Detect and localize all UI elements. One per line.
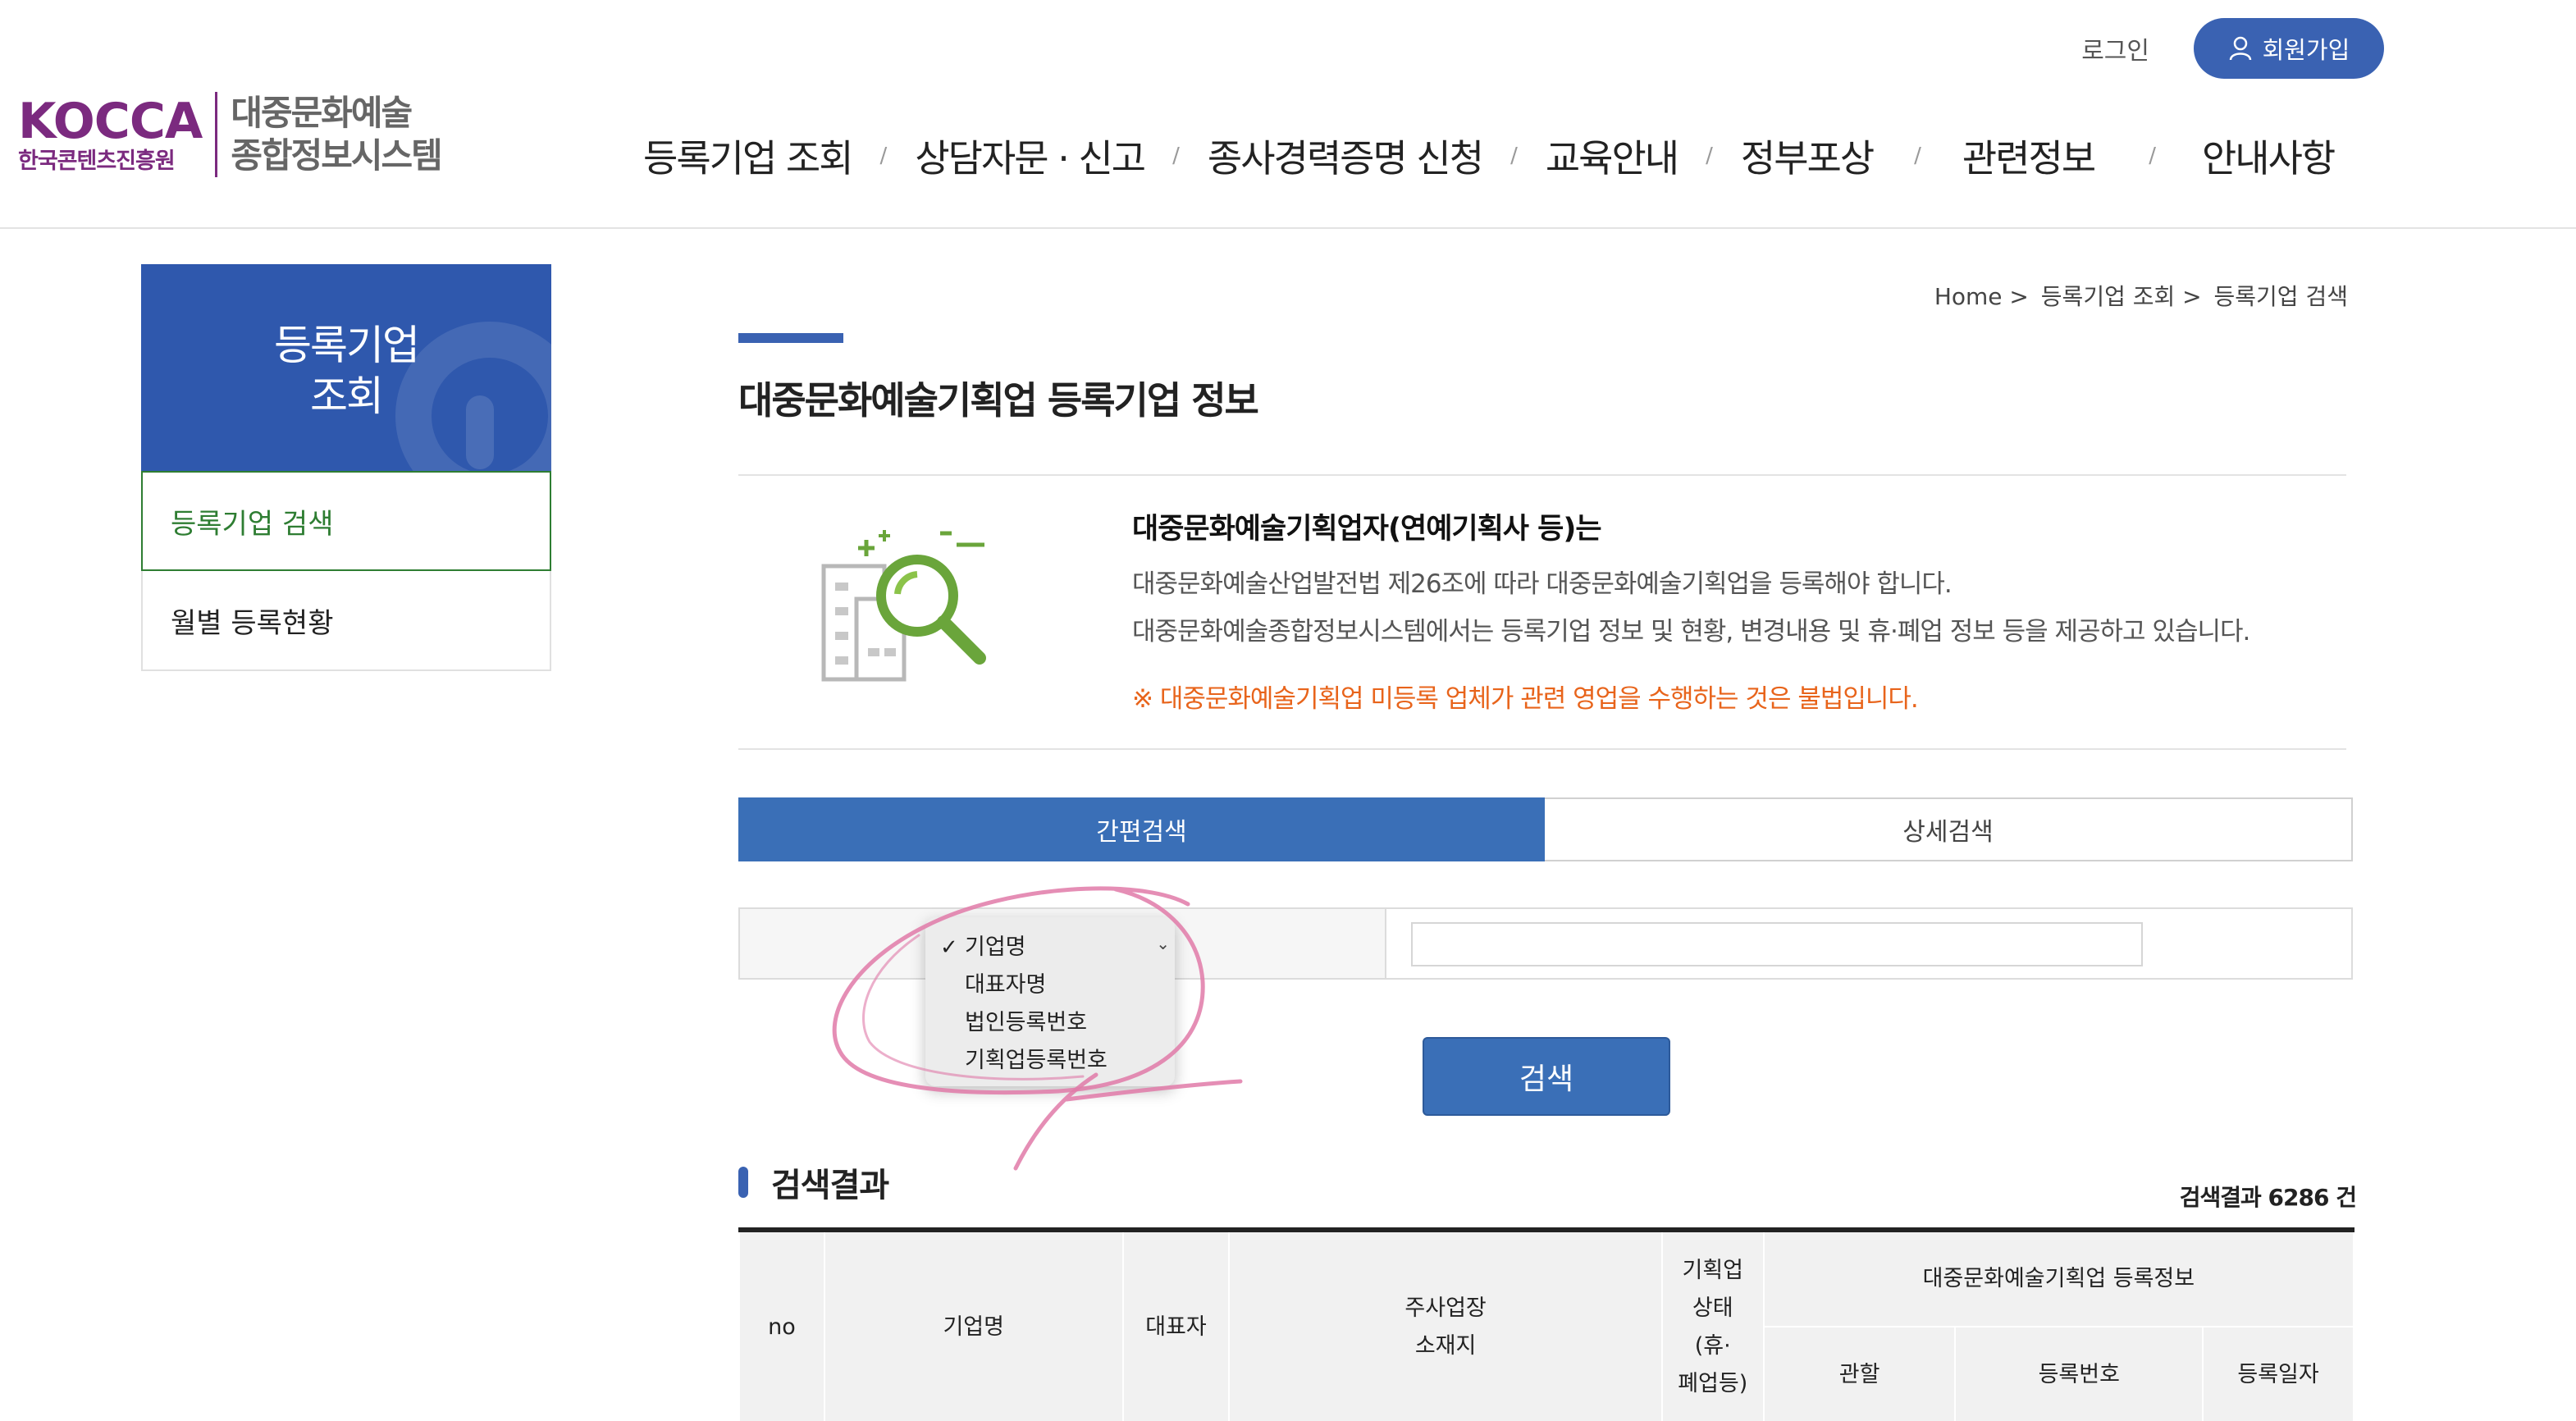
- system-name-line2: 종합정보시스템: [231, 135, 442, 176]
- info-line-2: 대중문화예술종합정보시스템에서는 등록기업 정보 및 현황, 변경내용 및 휴·…: [1132, 617, 2250, 647]
- col-registration-group: 대중문화예술기획업 등록정보: [1762, 1229, 2355, 1327]
- sidebar-item-monthly-status[interactable]: 월별 등록현황: [141, 571, 551, 671]
- title-accent-bar: [738, 333, 843, 343]
- page-title-prefix: 대중문화예술기획업: [738, 378, 1038, 423]
- dropdown-option-agency-number[interactable]: 기획업등록번호: [925, 1042, 1175, 1080]
- breadcrumb-current: 등록기업 검색: [2213, 283, 2348, 310]
- col-reg-number[interactable]: 등록번호: [1954, 1326, 2204, 1421]
- nav-separator: /: [2149, 144, 2156, 168]
- col-location-line1: 주사업장: [1404, 1295, 1487, 1321]
- join-button[interactable]: 회원가입: [2194, 18, 2384, 79]
- sidebar-menu: 등록기업 검색 월별 등록현황: [141, 471, 551, 671]
- col-status-line2: 상태: [1692, 1295, 1733, 1321]
- col-status-line3: (휴·: [1694, 1333, 1731, 1359]
- info-heading: 대중문화예술기획업자(연예기획사 등)는: [1132, 513, 1602, 546]
- sidebar-title-line1: 등록기업: [274, 322, 420, 369]
- nav-separator: /: [1510, 144, 1518, 168]
- tab-detailed-search[interactable]: 상세검색: [1545, 797, 2353, 861]
- col-location-line2: 소재지: [1414, 1333, 1477, 1359]
- dropdown-option-representative[interactable]: 대표자명: [925, 966, 1175, 1004]
- logo-org-name: 한국콘텐츠진흥원: [18, 148, 176, 174]
- nav-consulting-report[interactable]: 상담자문 · 신고: [915, 129, 1146, 183]
- results-count: 검색결과 6286 건: [2179, 1184, 2357, 1211]
- tab-simple-search[interactable]: 간편검색: [738, 797, 1545, 861]
- col-reg-date[interactable]: 등록일자: [2202, 1326, 2354, 1421]
- col-jurisdiction[interactable]: 관할: [1762, 1326, 1957, 1421]
- kocca-logo: KOCCA 한국콘텐츠진흥원: [18, 93, 203, 175]
- results-title-marker: [738, 1167, 748, 1198]
- info-warning: ※ 대중문화예술기획업 미등록 업체가 관련 영업을 수행하는 것은 불법입니다…: [1132, 684, 1919, 714]
- breadcrumb-home[interactable]: Home >: [1934, 283, 2029, 310]
- info-line-1: 대중문화예술산업발전법 제26조에 따라 대중문화예술기획업을 등록해야 합니다…: [1132, 569, 1953, 599]
- info-box: 대중문화예술기획업자(연예기획사 등)는 대중문화예술산업발전법 제26조에 따…: [738, 474, 2346, 750]
- col-status[interactable]: 기획업 상태 (휴· 폐업등): [1660, 1229, 1765, 1421]
- page-title-bold: 등록기업 정보: [1047, 378, 1259, 423]
- nav-separator: /: [1914, 144, 1921, 168]
- nav-career-certificate[interactable]: 종사경력증명 신청: [1208, 129, 1484, 183]
- col-representative[interactable]: 대표자: [1121, 1229, 1231, 1421]
- user-icon: [2229, 36, 2251, 61]
- col-status-line1: 기획업: [1682, 1258, 1744, 1283]
- col-location[interactable]: 주사업장 소재지: [1228, 1229, 1663, 1421]
- breadcrumb-section[interactable]: 등록기업 조회 >: [2041, 283, 2202, 310]
- join-label: 회원가입: [2262, 36, 2350, 64]
- nav-notice[interactable]: 안내사항: [2202, 129, 2336, 183]
- page-title: 대중문화예술기획업 등록기업 정보: [738, 371, 1259, 425]
- sidebar-header: 등록기업 조회: [141, 264, 551, 471]
- results-table: no 기업명 대표자 주사업장 소재지 기획업 상태 (휴· 폐업등) 대중문화…: [738, 1227, 2355, 1421]
- nav-education[interactable]: 교육안내: [1546, 129, 1679, 183]
- search-button[interactable]: 검색: [1423, 1037, 1670, 1116]
- header-divider: [0, 227, 2576, 229]
- col-no[interactable]: no: [738, 1229, 825, 1421]
- logo-mark: KOCCA: [18, 93, 203, 150]
- col-status-line4: 폐업등): [1678, 1371, 1748, 1396]
- system-name: 대중문화예술 종합정보시스템: [231, 92, 442, 177]
- search-field-dropdown[interactable]: ⌄ ✓ 기업명 대표자명 법인등록번호 기획업등록번호: [925, 917, 1175, 1086]
- company-search-icon: [821, 530, 986, 682]
- results-title-text: 검색결과: [771, 1167, 889, 1204]
- results-title: 검색결과: [738, 1158, 889, 1206]
- nav-separator: /: [879, 144, 888, 168]
- sidebar-title-line2: 조회: [310, 372, 384, 420]
- nav-government-award[interactable]: 정부포상: [1741, 129, 1875, 183]
- dropdown-option-label: 기업명: [965, 934, 1026, 960]
- search-tabs: 간편검색 상세검색: [738, 797, 2353, 861]
- dropdown-option-corporate-number[interactable]: 법인등록번호: [925, 1004, 1175, 1042]
- utility-bar: 로그인 회원가입: [2081, 18, 2384, 79]
- search-input[interactable]: [1411, 922, 2143, 966]
- system-name-line1: 대중문화예술: [231, 93, 413, 133]
- logo-divider: [215, 92, 218, 177]
- breadcrumb: Home > 등록기업 조회 > 등록기업 검색: [1930, 279, 2348, 312]
- check-icon: ✓: [940, 935, 958, 960]
- login-link[interactable]: 로그인: [2081, 30, 2149, 66]
- dropdown-option-company-name[interactable]: ✓ 기업명: [925, 929, 1175, 966]
- nav-related-info[interactable]: 관련정보: [1962, 129, 2096, 183]
- col-company[interactable]: 기업명: [823, 1229, 1124, 1421]
- nav-registered-companies[interactable]: 등록기업 조회: [643, 129, 854, 183]
- sidebar-item-company-search[interactable]: 등록기업 검색: [141, 471, 551, 571]
- nav-separator: /: [1172, 144, 1180, 168]
- site-logo[interactable]: KOCCA 한국콘텐츠진흥원 대중문화예술 종합정보시스템: [18, 85, 443, 184]
- sidebar-title: 등록기업 조회: [141, 320, 551, 422]
- main-nav: 등록기업 조회 / 상담자문 · 신고 / 종사경력증명 신청 / 교육안내 /…: [643, 123, 2336, 189]
- nav-separator: /: [1706, 144, 1713, 168]
